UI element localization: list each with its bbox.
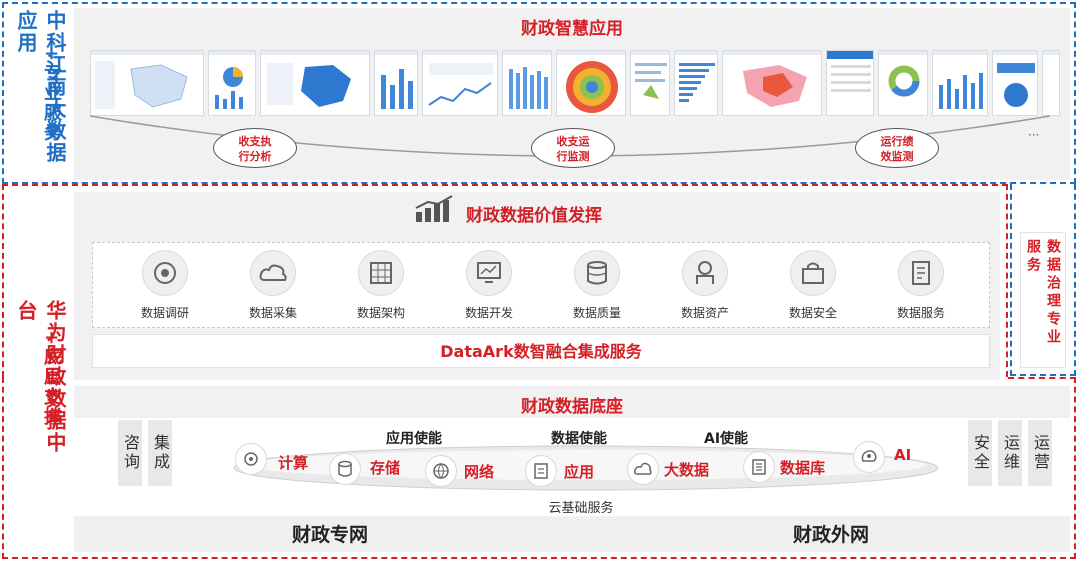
network-icon [426,456,456,486]
capability-architecture: 数据架构 [336,250,426,326]
service-ai: AI [894,446,912,464]
more-ellipsis: ··· [1028,128,1040,142]
cloud-infrastructure-label: 云基础服务 [548,501,614,516]
oval-revenue-exec-analysis: 收支执 行分析 [213,128,297,168]
bar-chart-icon [415,195,453,222]
research-icon [142,250,188,296]
ai-icon [854,442,884,472]
integration-box: 集成 [148,420,172,486]
service-network: 网络 [464,463,495,481]
top-tag-label: +专业服务 [41,46,62,144]
security-box: 安全 [968,420,992,486]
finance-private-network: 财政专网 [74,518,586,552]
storage-icon [330,454,360,484]
smart-apps-title: 财政智慧应用 [521,19,623,39]
capability-collection: 数据采集 [228,250,318,326]
operation-maintenance-box: 运维 [998,420,1022,486]
cloud-collect-icon [250,250,296,296]
bigdata-icon [628,454,658,484]
finance-external-network: 财政外网 [592,518,1070,552]
database-icon [744,452,774,482]
cloud-services-row: 计算 存储 网络 应用 大数据 数据库 AI [236,442,936,486]
dataark-integration-service: DataArk数智融合集成服务 [92,334,990,368]
right-service-box: 数据治理专业服务 [1020,232,1066,368]
capability-research: 数据调研 [120,250,210,326]
application-icon [526,456,556,486]
compute-icon [236,444,266,474]
service-storage: 存储 [370,459,401,477]
oval-performance-monitoring: 运行绩 效监测 [855,128,939,168]
right-service-label: 数据治理专业服务 [1025,239,1061,347]
base-title: 财政数据底座 [521,397,623,417]
frame-connector [1008,377,1076,379]
capability-assets: 数据资产 [660,250,750,326]
consult-box: 咨询 [118,420,142,486]
service-icon [898,250,944,296]
bottom-tag-label: +底层支撑 [41,330,62,428]
asset-icon [682,250,728,296]
database-quality-icon [574,250,620,296]
oval-revenue-monitoring: 收支运 行监测 [531,128,615,168]
capability-security: 数据安全 [768,250,858,326]
value-title: 财政数据价值发挥 [466,206,602,226]
operations-box: 运营 [1028,420,1052,486]
service-compute: 计算 [278,454,309,472]
service-bigdata: 大数据 [664,461,710,479]
capability-quality: 数据质量 [552,250,642,326]
service-database: 数据库 [780,459,826,477]
capabilities-row: 数据调研 数据采集 数据架构 数据开发 数据质量 数据资产 数据安全 数据服务 [120,250,966,326]
capability-development: 数据开发 [444,250,534,326]
service-application: 应用 [564,463,595,481]
capability-services: 数据服务 [876,250,966,326]
monitor-chart-icon [466,250,512,296]
security-icon [790,250,836,296]
architecture-icon [358,250,404,296]
